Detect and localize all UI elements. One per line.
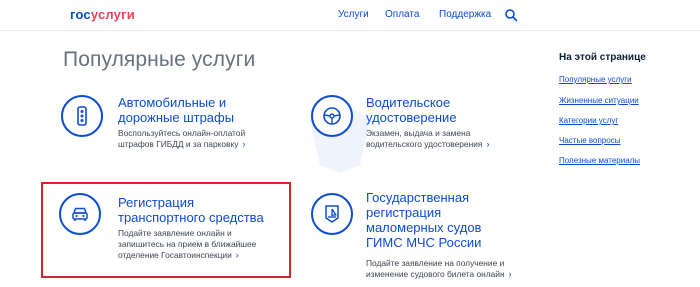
top-header: госуслуги Услуги Оплата Поддержка xyxy=(0,0,700,31)
search-icon[interactable] xyxy=(504,8,518,22)
service-boat-desc-line1: Подайте заявление на получение и xyxy=(366,258,505,268)
service-vehicle-desc-line2: запишитесь на прием в ближайшее xyxy=(118,239,257,249)
sidebar-link-categories[interactable]: Категории услуг xyxy=(559,116,618,125)
service-license-desc-line2: водительского удостоверения xyxy=(366,139,483,149)
service-boat-desc: Подайте заявление на получение и изменен… xyxy=(366,258,512,280)
service-fines-desc: Воспользуйтесь онлайн-оплатой штрафов ГИ… xyxy=(118,128,245,150)
service-boat-icon-wrap[interactable] xyxy=(311,193,353,235)
page-title: Популярные услуги xyxy=(63,48,256,71)
service-boat-desc-line2: изменение судового билета онлайн xyxy=(366,269,505,279)
steering-wheel-icon xyxy=(323,107,341,125)
sidebar-link-popular[interactable]: Популярные услуги xyxy=(559,75,632,84)
service-boat-title-line4: ГИМС МЧС России xyxy=(366,235,482,250)
sidebar-link-materials[interactable]: Полезные материалы xyxy=(559,156,640,165)
service-license-title-line1: Водительское xyxy=(366,95,451,110)
service-fines-title[interactable]: Автомобильные и дорожные штрафы xyxy=(118,95,234,125)
service-vehicle-desc-line1: Подайте заявление онлайн и xyxy=(118,228,232,238)
service-fines-desc-line1: Воспользуйтесь онлайн-оплатой xyxy=(118,128,246,138)
service-license-title[interactable]: Водительское удостоверение xyxy=(366,95,457,125)
service-fines-title-line1: Автомобильные и xyxy=(118,95,227,110)
sidebar-link-faq[interactable]: Частые вопросы xyxy=(559,136,620,145)
service-vehicle-title-line2: транспортного средства xyxy=(118,210,264,225)
nav-services[interactable]: Услуги xyxy=(338,9,369,20)
chevron-right-icon[interactable]: › xyxy=(242,139,245,150)
service-license-icon-wrap[interactable] xyxy=(311,95,353,137)
service-vehicle-title[interactable]: Регистрация транспортного средства xyxy=(118,195,264,225)
nav-payment[interactable]: Оплата xyxy=(385,9,419,20)
sidebar-title: На этой странице xyxy=(559,52,646,63)
traffic-light-icon xyxy=(77,106,87,126)
service-boat-title[interactable]: Государственная регистрация маломерных с… xyxy=(366,190,481,250)
service-vehicle-desc: Подайте заявление онлайн и запишитесь на… xyxy=(118,228,256,261)
service-fines-icon-wrap[interactable] xyxy=(61,95,103,137)
service-license-desc: Экзамен, выдача и замена водительского у… xyxy=(366,128,489,150)
service-vehicle-title-line1: Регистрация xyxy=(118,195,194,210)
service-fines-title-line2: дорожные штрафы xyxy=(118,110,235,125)
nav-support[interactable]: Поддержка xyxy=(439,9,491,20)
logo-part-uslugi: услуги xyxy=(90,7,135,22)
service-license-title-line2: удостоверение xyxy=(366,110,457,125)
service-vehicle-desc-line3: отделение Госавтоинспекции xyxy=(118,250,232,260)
chevron-right-icon[interactable]: › xyxy=(509,269,512,280)
service-boat-title-line1: Государственная xyxy=(366,190,470,205)
logo-part-gos: гос xyxy=(70,7,91,22)
service-boat-title-line3: маломерных судов xyxy=(366,220,482,235)
chevron-right-icon[interactable]: › xyxy=(236,250,239,261)
gosuslugi-logo[interactable]: госуслуги xyxy=(70,7,135,22)
sidebar-link-life-situations[interactable]: Жизненные ситуации xyxy=(559,96,639,105)
service-vehicle-icon-wrap[interactable] xyxy=(59,193,101,235)
boat-icon xyxy=(325,205,339,223)
service-license-desc-line1: Экзамен, выдача и замена xyxy=(366,128,471,138)
chevron-right-icon[interactable]: › xyxy=(486,139,489,150)
service-fines-desc-line2: штрафов ГИБДД и за парковку xyxy=(118,139,239,149)
service-boat-title-line2: регистрация xyxy=(366,205,442,220)
car-icon xyxy=(72,207,88,221)
